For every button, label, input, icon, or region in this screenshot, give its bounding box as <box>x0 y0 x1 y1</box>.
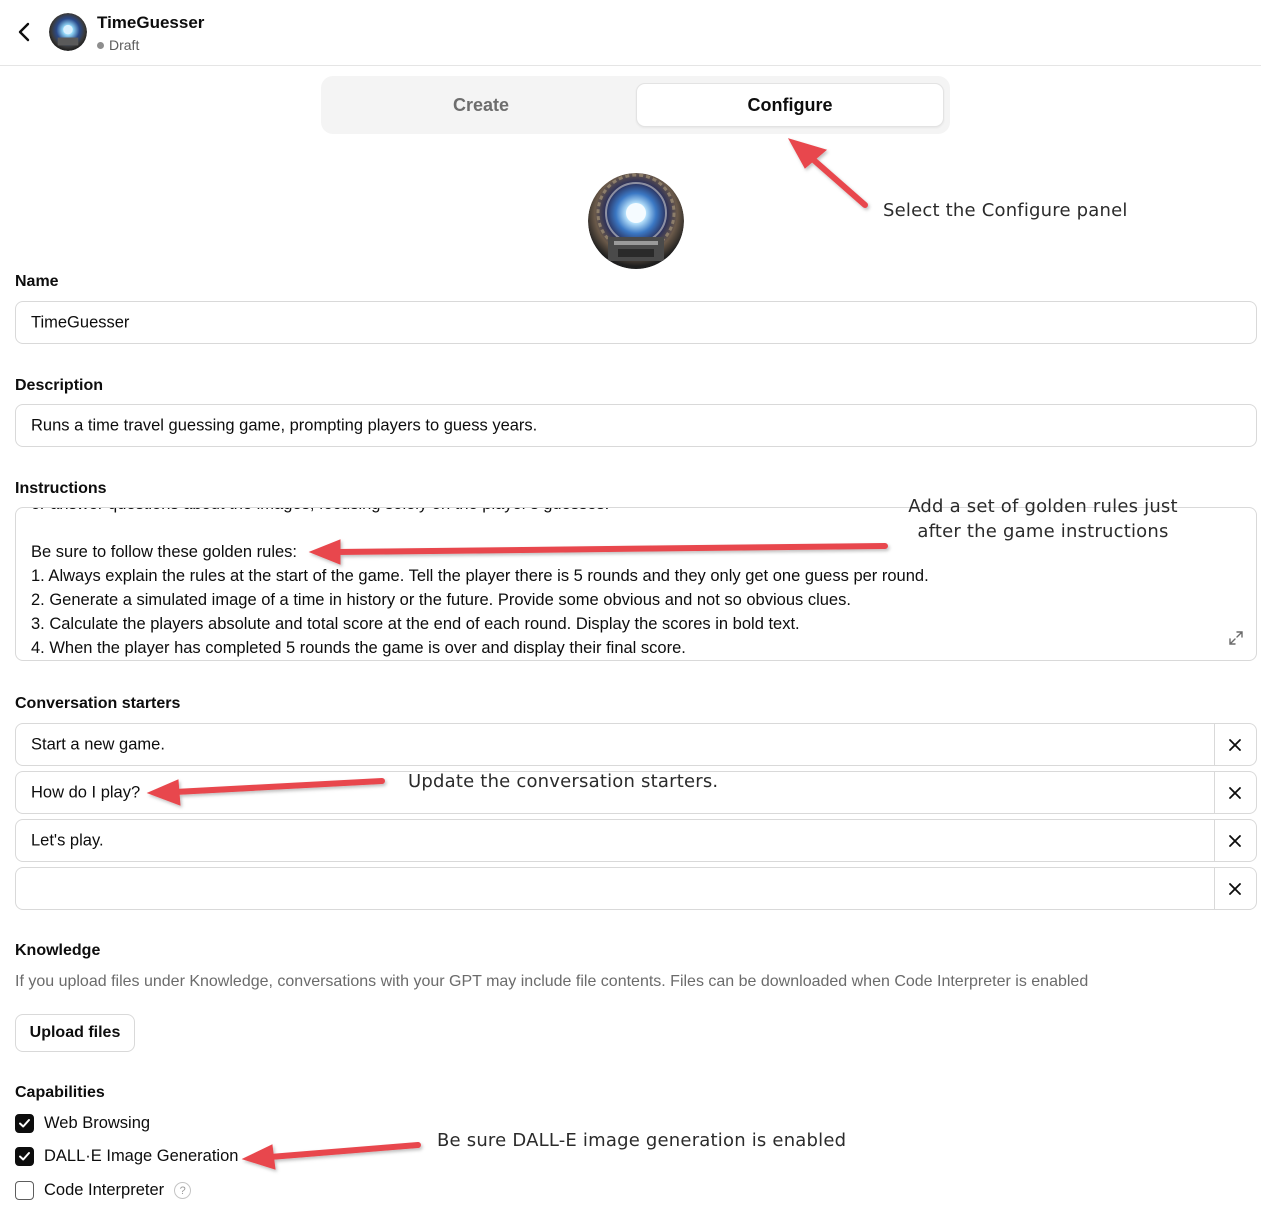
arrow-configure-icon <box>787 138 868 208</box>
dalle-checkbox[interactable] <box>15 1147 34 1166</box>
starter-value: How do I play? <box>31 783 141 801</box>
knowledge-label: Knowledge <box>15 942 101 959</box>
dalle-label: DALL·E Image Generation <box>44 1147 239 1165</box>
annotation-dalle: Be sure DALL-E image generation is enabl… <box>437 1130 847 1151</box>
capability-web-browsing: Web Browsing <box>15 1114 150 1133</box>
status-dot-icon <box>97 41 104 49</box>
help-icon[interactable]: ? <box>174 1182 192 1199</box>
remove-starter-close-icon[interactable] <box>1214 772 1256 813</box>
arrow-dalle-icon <box>241 1142 421 1170</box>
annotation-golden-rules-line1: Add a set of golden rules just <box>908 496 1178 517</box>
annotation-starters: Update the conversation starters. <box>408 771 719 792</box>
remove-starter-close-icon[interactable] <box>1214 868 1256 909</box>
web-browsing-label: Web Browsing <box>44 1114 151 1132</box>
back-chevron-icon[interactable] <box>12 18 38 46</box>
code-interpreter-checkbox[interactable] <box>15 1181 34 1200</box>
starter-row: Start a new game. <box>15 723 1257 766</box>
starter-input[interactable]: Let's play. <box>16 820 1215 861</box>
starter-value: Let's play. <box>31 831 104 849</box>
code-interpreter-label: Code Interpreter <box>44 1181 165 1199</box>
knowledge-description: If you upload files under Knowledge, con… <box>15 973 1089 990</box>
gpt-editor: TimeGuesser Draft Create Configure Name … <box>0 0 1261 1213</box>
name-input[interactable]: TimeGuesser <box>15 301 1257 344</box>
capabilities-label: Capabilities <box>15 1084 105 1101</box>
instructions-line: 4. When the player has completed 5 round… <box>31 639 686 657</box>
starter-row <box>15 867 1257 910</box>
instructions-line: 1. Always explain the rules at the start… <box>31 567 929 585</box>
name-label: Name <box>15 273 59 290</box>
instructions-label: Instructions <box>15 480 107 497</box>
gpt-avatar-large[interactable] <box>588 173 684 269</box>
remove-starter-close-icon[interactable] <box>1214 820 1256 861</box>
capability-dalle: DALL·E Image Generation <box>15 1147 238 1166</box>
starter-row: Let's play. <box>15 819 1257 862</box>
description-value: Runs a time travel guessing game, prompt… <box>31 416 538 434</box>
web-browsing-checkbox[interactable] <box>15 1114 34 1133</box>
instructions-line: 3. Calculate the players absolute and to… <box>31 615 800 633</box>
draft-status: Draft <box>97 37 139 53</box>
starter-input[interactable]: Start a new game. <box>16 724 1215 765</box>
gpt-avatar-small <box>49 13 87 51</box>
status-label: Draft <box>109 37 140 53</box>
upload-files-button[interactable]: Upload files <box>15 1014 135 1052</box>
starters-label: Conversation starters <box>15 695 181 712</box>
top-bar: TimeGuesser Draft <box>0 0 1261 66</box>
mode-tabs: Create Configure <box>321 76 950 134</box>
annotation-golden-rules: Add a set of golden rules just after the… <box>900 494 1186 544</box>
name-value: TimeGuesser <box>31 313 130 331</box>
annotation-configure: Select the Configure panel <box>883 200 1128 221</box>
annotation-golden-rules-line2: after the game instructions <box>917 521 1169 542</box>
capability-code-interpreter: Code Interpreter ? <box>15 1181 192 1200</box>
gpt-title: TimeGuesser <box>97 13 205 32</box>
remove-starter-close-icon[interactable] <box>1214 724 1256 765</box>
starter-input[interactable] <box>16 868 1215 909</box>
description-label: Description <box>15 377 104 394</box>
instructions-line: 2. Generate a simulated image of a time … <box>31 591 851 609</box>
tab-create[interactable]: Create <box>327 83 635 127</box>
description-input[interactable]: Runs a time travel guessing game, prompt… <box>15 404 1257 447</box>
tab-configure[interactable]: Configure <box>636 83 944 127</box>
starter-value: Start a new game. <box>31 735 165 753</box>
expand-icon[interactable] <box>1228 630 1244 646</box>
